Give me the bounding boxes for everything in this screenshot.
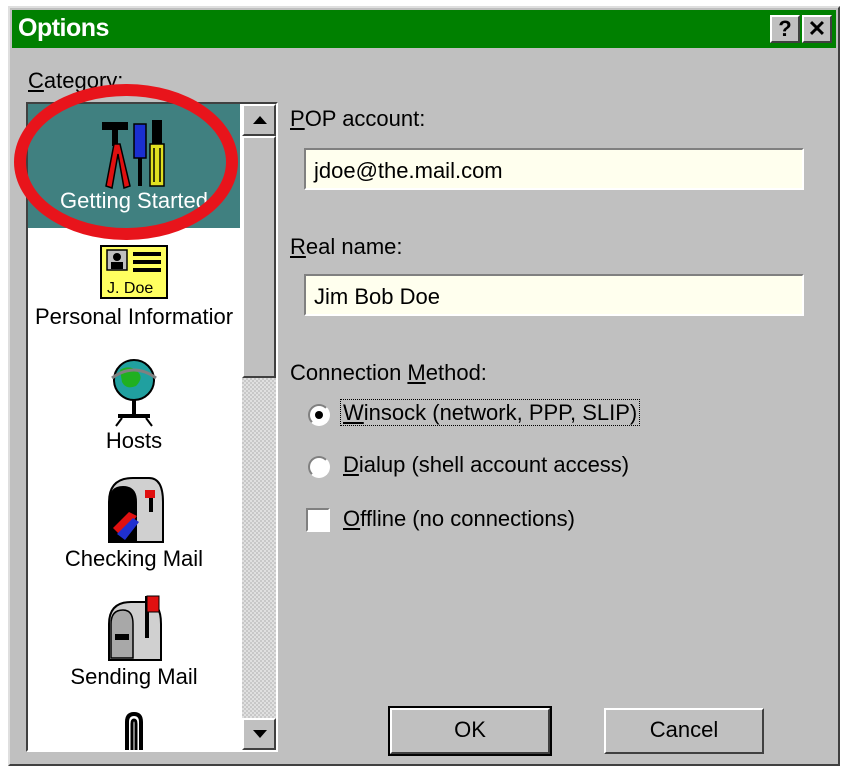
category-item-label: Sending Mail: [70, 664, 198, 689]
globe-network-icon: [111, 359, 157, 427]
winsock-radio[interactable]: [308, 404, 330, 426]
pop-account-field[interactable]: jdoe@the.mail.com: [304, 148, 804, 190]
close-icon[interactable]: ✕: [802, 15, 832, 43]
arrow-up-icon: [253, 116, 267, 124]
category-item-getting-started[interactable]: Getting Started: [28, 104, 240, 228]
options-dialog: Options ? ✕ Category: Getting Started J.…: [8, 6, 840, 766]
category-item-label: Personal Informatior: [34, 304, 234, 329]
mailbox-flag-icon: [108, 595, 162, 661]
dialup-radio[interactable]: [308, 456, 330, 478]
scroll-thumb[interactable]: [242, 136, 276, 378]
category-listbox[interactable]: Getting Started J. Doe Personal Informat…: [26, 102, 278, 752]
offline-checkbox-label[interactable]: Offline (no connections): [343, 506, 575, 532]
dialup-radio-label[interactable]: Dialup (shell account access): [343, 452, 629, 478]
title-bar[interactable]: Options ? ✕: [12, 10, 836, 48]
arrow-down-icon: [253, 730, 267, 738]
connection-method-label: Connection Method:: [290, 360, 487, 385]
category-scrollbar[interactable]: [242, 104, 276, 750]
category-item-checking-mail[interactable]: Checking Mail: [28, 470, 240, 582]
pop-account-label: POP account:: [290, 106, 426, 131]
id-card-icon: J. Doe: [100, 245, 168, 299]
real-name-field[interactable]: Jim Bob Doe: [304, 274, 804, 316]
help-icon[interactable]: ?: [770, 15, 800, 43]
offline-checkbox[interactable]: [306, 508, 330, 532]
category-list[interactable]: Getting Started J. Doe Personal Informat…: [28, 104, 240, 750]
window-title: Options: [18, 14, 109, 42]
mailbox-open-icon: [108, 477, 164, 543]
category-item-label: Hosts: [105, 428, 163, 453]
cancel-button[interactable]: Cancel: [604, 708, 764, 754]
category-item-label: Getting Started: [60, 188, 208, 213]
svg-text:J. Doe: J. Doe: [107, 280, 153, 297]
category-item-label: Checking Mail: [64, 546, 204, 571]
scroll-up-button[interactable]: [242, 104, 276, 136]
category-label: Category:: [28, 68, 124, 93]
ok-button[interactable]: OK: [388, 706, 552, 756]
radio-selected-dot: [315, 411, 323, 419]
real-name-label: Real name:: [290, 234, 403, 259]
category-item-personal-information[interactable]: J. Doe Personal Informatior: [28, 240, 240, 344]
category-item-sending-mail[interactable]: Sending Mail: [28, 588, 240, 700]
tools-icon: [102, 120, 165, 189]
winsock-radio-label[interactable]: Winsock (network, PPP, SLIP): [340, 399, 641, 426]
paperclip-icon: [125, 711, 143, 750]
category-item-attachments[interactable]: [28, 708, 240, 750]
category-item-hosts[interactable]: Hosts: [28, 354, 240, 464]
scroll-down-button[interactable]: [242, 718, 276, 750]
